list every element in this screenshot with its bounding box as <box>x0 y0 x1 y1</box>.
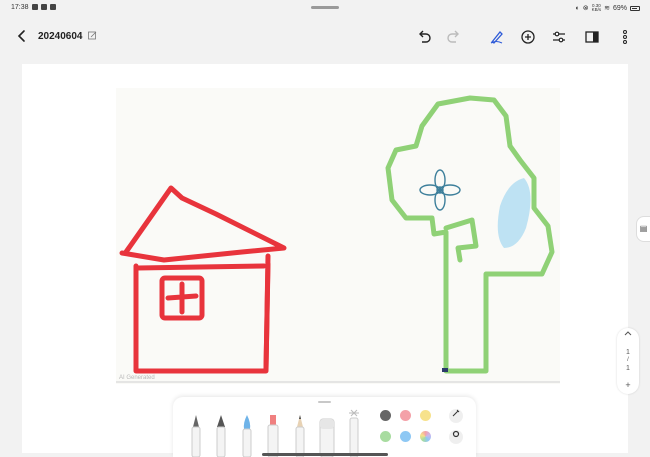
split-view-icon <box>585 31 599 43</box>
sidebar-icon: ▤ <box>639 224 648 233</box>
net-speed-unit: KB/s <box>591 7 602 12</box>
custom-color-swatch[interactable] <box>420 431 431 442</box>
status-right: ◐ ⊗ 0.30 KB/s ≋ 69% <box>575 3 640 12</box>
total-pages: 1 <box>626 365 630 372</box>
chevron-up-icon <box>624 331 632 336</box>
color-swatch-1-3[interactable] <box>420 410 431 421</box>
calligraphy-pen-tool[interactable] <box>214 413 228 457</box>
layout-button[interactable] <box>583 28 601 46</box>
pen-mode-button[interactable] <box>488 28 506 46</box>
eraser-tool[interactable] <box>318 413 336 457</box>
battery-icon <box>630 5 640 11</box>
watermark: AI Generated <box>119 375 155 381</box>
chevron-left-icon <box>17 30 25 42</box>
page-up-button[interactable] <box>617 330 639 338</box>
pencil-tool[interactable] <box>293 413 307 457</box>
highlighter-tool[interactable] <box>266 413 280 457</box>
notification-icons <box>32 4 56 10</box>
fountain-pen-tool[interactable] <box>189 413 203 457</box>
status-bar: 17:38 ◐ ⊗ 0.30 KB/s ≋ 69% <box>0 0 650 18</box>
tree-drawing <box>385 95 555 374</box>
current-page: 1 <box>626 349 630 356</box>
redo-button[interactable] <box>445 28 463 46</box>
gear-icon <box>452 430 460 438</box>
more-vertical-icon <box>623 30 627 44</box>
document-title[interactable]: 20240604 <box>38 31 83 42</box>
settings-button[interactable] <box>550 28 568 46</box>
flower-drawing <box>419 169 461 211</box>
note-toolbar: 20240604 <box>0 22 650 52</box>
house-drawing <box>119 185 287 374</box>
spray-brush-tool[interactable] <box>347 409 361 457</box>
do-not-disturb-icon: ◐ <box>575 4 580 12</box>
status-time: 17:38 <box>11 4 29 11</box>
more-button[interactable] <box>616 28 634 46</box>
add-button[interactable] <box>519 28 537 46</box>
page-separator: / <box>627 357 629 363</box>
pen-settings-button[interactable] <box>449 409 463 423</box>
back-button[interactable] <box>14 28 30 44</box>
battery-percent: 69% <box>612 4 627 12</box>
pen-toolbar <box>173 397 476 457</box>
undo-button[interactable] <box>415 28 433 46</box>
redo-icon <box>447 30 459 43</box>
color-swatch-1-1[interactable] <box>380 410 391 421</box>
tree-base-mark <box>442 368 448 372</box>
watercolor-brush-tool[interactable] <box>240 413 254 457</box>
color-swatch-2-2[interactable] <box>400 431 411 442</box>
top-drag-pill[interactable] <box>311 6 339 9</box>
plus-circle-icon <box>521 30 535 44</box>
add-page-button[interactable]: + <box>617 380 639 390</box>
drawing-image[interactable] <box>116 88 560 384</box>
app-notification-icon <box>50 4 56 10</box>
vibrate-icon: ⊗ <box>582 5 589 12</box>
more-tools-button[interactable] <box>449 430 463 444</box>
sliders-icon <box>553 31 565 43</box>
panel-grabber[interactable] <box>318 401 331 403</box>
gallery-icon <box>41 4 47 10</box>
rename-icon[interactable] <box>88 31 97 42</box>
note-canvas[interactable]: AI Generated <box>22 64 628 453</box>
home-indicator[interactable] <box>262 453 388 456</box>
page-navigator[interactable]: 1 / 1 + <box>617 328 639 394</box>
network-speed: 0.30 KB/s <box>591 3 602 12</box>
pen-icon <box>490 31 503 44</box>
wifi-icon: ≋ <box>604 5 610 12</box>
side-panel-handle[interactable]: ▤ <box>636 216 650 242</box>
undo-icon <box>419 30 431 43</box>
tree-highlight <box>497 178 531 248</box>
color-swatch-1-2[interactable] <box>400 410 411 421</box>
color-swatch-2-1[interactable] <box>380 431 391 442</box>
brush-settings-icon <box>452 409 460 417</box>
mic-icon <box>32 4 38 10</box>
